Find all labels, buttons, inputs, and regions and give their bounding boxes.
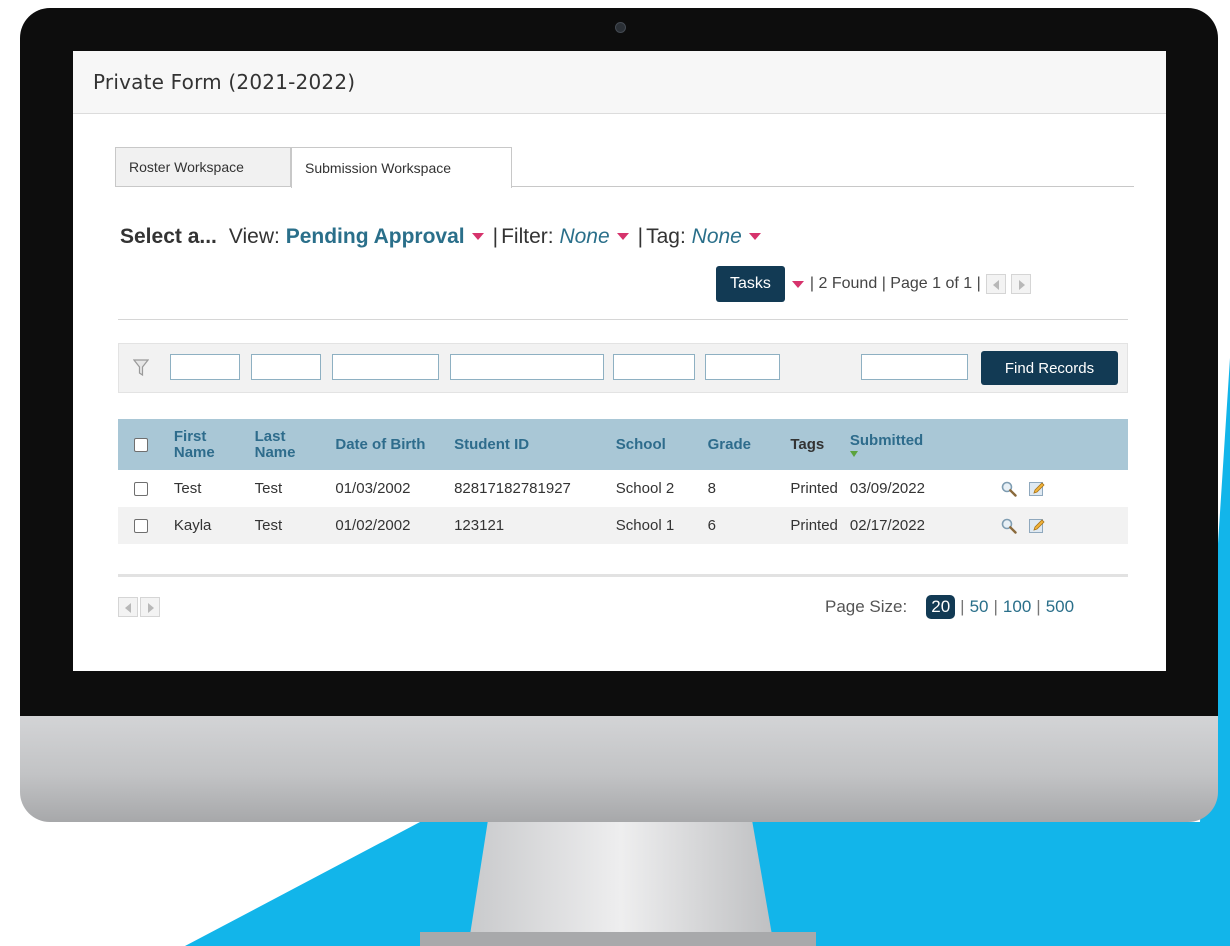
separator: | — [492, 225, 499, 248]
cell-submitted: 03/09/2022 — [849, 480, 925, 497]
records-table: First Name Last Name Date of Birth Stude… — [118, 419, 1128, 544]
filter-funnel-icon[interactable] — [133, 358, 149, 378]
prev-page-icon[interactable] — [118, 597, 138, 617]
magnifier-icon[interactable] — [1000, 480, 1018, 498]
page-size-option-active[interactable]: 20 — [926, 595, 956, 619]
webcam — [615, 22, 626, 33]
column-header-actions — [962, 419, 1128, 470]
cell-school: School 2 — [615, 480, 675, 497]
school-filter-input[interactable] — [613, 354, 695, 380]
tag-value-link[interactable]: None — [692, 225, 742, 249]
select-prompt: Select a... — [120, 225, 217, 248]
cell-last-name: Test — [254, 517, 283, 534]
column-header-school[interactable]: School — [610, 419, 702, 470]
page-size-label: Page Size: — [825, 597, 908, 616]
found-count: 2 Found — [818, 275, 878, 292]
row-checkbox[interactable] — [134, 482, 148, 497]
column-header-student-id[interactable]: Student ID — [448, 419, 610, 470]
cell-tags: Printed — [790, 480, 838, 497]
table-row: Kayla Test 01/02/2002 123121 School 1 6 … — [118, 507, 1128, 544]
divider — [118, 574, 1128, 577]
tag-label: Tag: — [646, 225, 686, 248]
divider — [118, 319, 1128, 320]
view-label: View: — [228, 225, 280, 248]
table-header-row: First Name Last Name Date of Birth Stude… — [118, 419, 1128, 470]
sort-down-arrow-icon — [849, 450, 858, 457]
monitor-chin — [20, 716, 1218, 822]
cell-submitted: 02/17/2022 — [849, 517, 925, 534]
separator: | — [809, 275, 815, 292]
page-size-option-100[interactable]: 100 — [1003, 597, 1031, 617]
separator: | — [993, 597, 998, 616]
cell-date-of-birth: 01/03/2002 — [335, 480, 411, 497]
tag-dropdown-icon[interactable] — [748, 233, 761, 240]
tab-roster-workspace[interactable]: Roster Workspace — [115, 147, 291, 186]
task-bar: Tasks | 2 Found | Page 1 of 1 | — [716, 266, 1031, 302]
magnifier-icon[interactable] — [1000, 517, 1018, 535]
prev-page-icon[interactable] — [985, 274, 1006, 294]
filter-label: Filter: — [501, 225, 554, 248]
tasks-dropdown-icon[interactable] — [791, 280, 804, 288]
column-header-grade[interactable]: Grade — [702, 419, 785, 470]
next-page-icon[interactable] — [1010, 274, 1031, 294]
row-checkbox[interactable] — [134, 519, 148, 534]
page-title: Private Form (2021-2022) — [93, 70, 356, 94]
filter-dropdown-icon[interactable] — [616, 233, 629, 240]
view-dropdown-icon[interactable] — [471, 233, 484, 240]
page-size-selector: Page Size: 20 | 50 | 100 | 500 — [825, 592, 1074, 622]
separator: | — [1036, 597, 1041, 616]
cell-school: School 1 — [615, 517, 675, 534]
cell-first-name: Test — [173, 480, 202, 497]
monitor-screen: Private Form (2021-2022) Roster Workspac… — [73, 51, 1166, 671]
column-header-first-name[interactable]: First Name — [168, 419, 249, 470]
submitted-filter-input[interactable] — [861, 354, 968, 380]
cell-date-of-birth: 01/02/2002 — [335, 517, 411, 534]
cell-grade: 8 — [707, 480, 716, 497]
filter-value-link[interactable]: None — [559, 225, 609, 249]
cell-grade: 6 — [707, 517, 716, 534]
workspace-tabs: Roster Workspace Submission Workspace — [115, 147, 1134, 188]
first-name-filter-input[interactable] — [170, 354, 240, 380]
separator: | — [976, 275, 981, 292]
cell-last-name: Test — [254, 480, 283, 497]
grade-filter-input[interactable] — [705, 354, 780, 380]
page-indicator: Page 1 of 1 — [890, 275, 973, 292]
dob-filter-input[interactable] — [332, 354, 439, 380]
column-header-date-of-birth[interactable]: Date of Birth — [329, 419, 448, 470]
page-size-option-50[interactable]: 50 — [970, 597, 989, 617]
bottom-pager — [118, 597, 162, 617]
filter-row: Find Records — [118, 343, 1128, 393]
view-selector-line: Select a... View: Pending Approval | Fil… — [120, 225, 767, 249]
find-records-button[interactable]: Find Records — [981, 351, 1118, 385]
submitted-header-label: Submitted — [849, 431, 924, 449]
separator: | — [637, 225, 644, 248]
last-name-filter-input[interactable] — [251, 354, 321, 380]
cell-first-name: Kayla — [173, 517, 212, 534]
cell-student-id: 82817182781927 — [454, 480, 571, 497]
column-header-last-name[interactable]: Last Name — [249, 419, 330, 470]
cell-tags: Printed — [790, 517, 838, 534]
app-header: Private Form (2021-2022) — [73, 51, 1166, 114]
edit-pencil-icon[interactable] — [1028, 480, 1046, 498]
tasks-button[interactable]: Tasks — [716, 266, 785, 302]
separator: | — [960, 597, 965, 616]
next-page-icon[interactable] — [140, 597, 160, 617]
tab-submission-workspace[interactable]: Submission Workspace — [291, 147, 512, 188]
student-id-filter-input[interactable] — [450, 354, 604, 380]
table-row: Test Test 01/03/2002 82817182781927 Scho… — [118, 470, 1128, 507]
page-size-option-500[interactable]: 500 — [1046, 597, 1074, 617]
select-all-checkbox[interactable] — [134, 437, 148, 452]
separator: | — [881, 275, 886, 292]
column-header-submitted[interactable]: Submitted — [844, 419, 962, 470]
view-value-link[interactable]: Pending Approval — [286, 225, 465, 249]
column-header-tags: Tags — [790, 435, 825, 453]
edit-pencil-icon[interactable] — [1028, 517, 1046, 535]
cell-student-id: 123121 — [454, 517, 505, 534]
